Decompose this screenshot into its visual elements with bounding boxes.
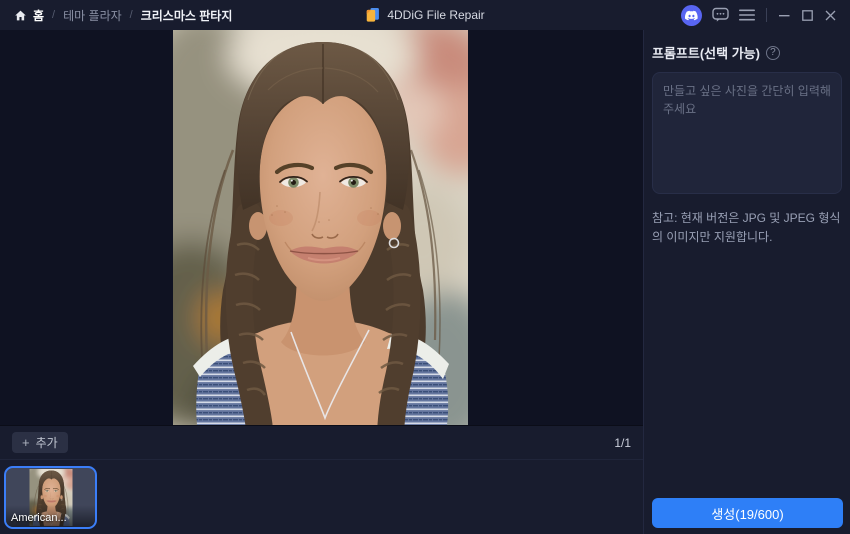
- discord-icon: [680, 4, 702, 26]
- page-indicator: 1/1: [614, 435, 631, 450]
- close-button[interactable]: [819, 0, 842, 30]
- plus-icon: +: [22, 435, 30, 450]
- prompt-panel: 프롬프트(선택 가능) ? 참고: 현재 버전은 JPG 및 JPEG 형식의 …: [643, 30, 850, 534]
- thumbnail-caption: American...: [11, 512, 67, 524]
- breadcrumb-separator: /: [129, 9, 133, 21]
- preview-canvas: [0, 30, 643, 425]
- breadcrumb: 홈 / 테마 플라자 / 크리스마스 판타지: [0, 7, 232, 24]
- add-image-label: 추가: [35, 436, 58, 450]
- window-controls: [676, 0, 850, 30]
- maximize-button[interactable]: [796, 0, 819, 30]
- minimize-icon: [779, 14, 790, 16]
- thumbnail-selected[interactable]: American...: [4, 466, 97, 529]
- thumbnail-strip: American...: [0, 459, 643, 534]
- breadcrumb-theme-plaza[interactable]: 테마 플라자: [63, 7, 122, 24]
- close-icon: [825, 10, 836, 20]
- discord-button[interactable]: [676, 0, 706, 30]
- prompt-panel-title: 프롬프트(선택 가능): [652, 46, 760, 61]
- generate-button[interactable]: 생성(19/600): [652, 498, 843, 528]
- home-icon: [15, 10, 26, 20]
- feedback-button[interactable]: [706, 0, 734, 30]
- breadcrumb-home-label: 홈: [33, 8, 45, 23]
- add-image-button[interactable]: + 추가: [12, 432, 68, 453]
- app-logo-icon: [366, 7, 379, 22]
- prompt-panel-header: 프롬프트(선택 가능) ?: [652, 43, 842, 62]
- portrait-image: [173, 30, 468, 425]
- minimize-button[interactable]: [773, 0, 796, 30]
- breadcrumb-separator: /: [52, 9, 56, 21]
- help-icon[interactable]: ?: [765, 45, 780, 60]
- hamburger-menu-icon: [739, 9, 755, 21]
- portrait-artwork: [173, 30, 468, 425]
- chat-bubble-icon: [711, 7, 729, 22]
- maximize-icon: [802, 9, 813, 21]
- format-note: 참고: 현재 버전은 JPG 및 JPEG 형식의 이미지만 지원합니다.: [652, 211, 841, 244]
- breadcrumb-home[interactable]: 홈: [14, 7, 44, 24]
- menu-button[interactable]: [734, 0, 760, 30]
- app-title-label: 4DDiG File Repair: [387, 8, 485, 22]
- app-title: 4DDiG File Repair: [365, 0, 485, 30]
- title-bar: 홈 / 테마 플라자 / 크리스마스 판타지 4DDiG File Repair: [0, 0, 850, 30]
- breadcrumb-current-page: 크리스마스 판타지: [140, 8, 233, 23]
- controls-divider: [766, 8, 767, 22]
- prompt-input[interactable]: [652, 72, 842, 194]
- file-toolbar: + 추가 1/1: [0, 425, 643, 459]
